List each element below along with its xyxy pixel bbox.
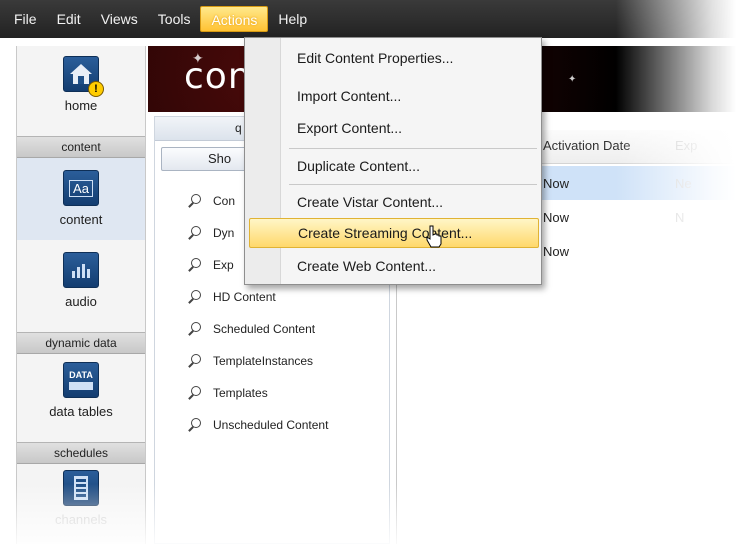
menu-item-edit-content-properties[interactable]: Edit Content Properties... (281, 44, 541, 74)
nav-section-dynamic-data: dynamic data (17, 332, 145, 354)
menu-help-label: Help (278, 11, 308, 27)
menu-item-create-web-content[interactable]: Create Web Content... (281, 252, 541, 282)
query-item-label: Scheduled Content (213, 322, 316, 336)
menu-tools-label: Tools (157, 11, 191, 27)
menu-views-label: Views (100, 11, 138, 27)
menu-file[interactable]: File (4, 6, 47, 32)
query-item-label: TemplateInstances (213, 354, 314, 368)
nav-content-label: content (59, 212, 103, 227)
query-item-label: Templates (213, 386, 268, 400)
nav-home-label: home (64, 98, 98, 113)
nav-audio-label: audio (65, 294, 97, 309)
hand-cursor-icon (426, 225, 442, 248)
sparkle-icon: ✦ (568, 74, 577, 85)
audio-icon (63, 252, 99, 288)
nav-channels[interactable]: channels (17, 470, 145, 527)
query-item[interactable]: Unscheduled Content (187, 417, 328, 433)
menu-item-import-content[interactable]: Import Content... (281, 82, 541, 112)
nav-data-tables[interactable]: DATA data tables (17, 362, 145, 419)
search-icon (187, 385, 203, 401)
menu-edit-label: Edit (56, 11, 81, 27)
menu-separator (289, 148, 537, 149)
query-item[interactable]: Dyn (187, 225, 234, 241)
search-icon (187, 321, 203, 337)
nav-section-schedules: schedules (17, 442, 145, 464)
nav-audio[interactable]: audio (17, 252, 145, 309)
query-item[interactable]: Con (187, 193, 235, 209)
menu-views[interactable]: Views (91, 6, 148, 32)
channel-icon (63, 470, 99, 506)
left-navigation: ! home content Aa content audio dynamic … (16, 46, 146, 544)
column-header-activation-date[interactable]: Activation Date (543, 138, 630, 153)
table-bars (69, 382, 93, 390)
query-item[interactable]: Scheduled Content (187, 321, 315, 337)
cell-activation: Now (543, 210, 570, 225)
cell-exp: Ne (675, 176, 692, 191)
query-item-label: Dyn (213, 226, 235, 240)
menu-help[interactable]: Help (268, 6, 317, 32)
column-header-exp[interactable]: Exp (675, 138, 697, 153)
cell-activation: Now (543, 244, 570, 259)
query-item[interactable]: Exp (187, 257, 234, 273)
search-icon (187, 417, 203, 433)
search-icon (187, 225, 203, 241)
menu-edit[interactable]: Edit (47, 6, 91, 32)
menu-separator (289, 184, 537, 185)
menu-actions-label: Actions (211, 12, 258, 28)
query-item-label: Exp (213, 258, 234, 272)
content-aa-icon: Aa (63, 170, 99, 206)
query-item[interactable]: HD Content (187, 289, 276, 305)
menu-tools[interactable]: Tools (148, 6, 201, 32)
search-icon (187, 289, 203, 305)
menu-item-create-vistar-content[interactable]: Create Vistar Content... (281, 188, 541, 218)
sparkle-icon: ✦ (192, 50, 204, 66)
nav-channels-label: channels (54, 512, 108, 527)
menu-file-label: File (14, 11, 37, 27)
menu-item-export-content[interactable]: Export Content... (281, 114, 541, 144)
cell-activation: Now (543, 176, 570, 191)
query-item[interactable]: TemplateInstances (187, 353, 313, 369)
nav-data-tables-label: data tables (49, 404, 113, 419)
query-item-label: HD Content (213, 290, 276, 304)
cell-exp: N (675, 210, 685, 225)
search-icon (187, 353, 203, 369)
actions-menu: Edit Content Properties... Import Conten… (244, 37, 542, 285)
query-item-label: Unscheduled Content (213, 418, 329, 432)
data-table-icon: DATA (63, 362, 99, 398)
nav-content[interactable]: Aa content (17, 158, 145, 240)
home-icon: ! (63, 56, 104, 97)
menu-bar: File Edit Views Tools Actions Help (0, 0, 736, 38)
data-icon-text: DATA (69, 370, 93, 380)
query-item-label: Con (213, 194, 236, 208)
menu-item-duplicate-content[interactable]: Duplicate Content... (281, 152, 541, 182)
search-icon (187, 257, 203, 273)
nav-home[interactable]: ! home (17, 56, 145, 113)
search-icon (187, 193, 203, 209)
nav-section-content: content (17, 136, 145, 158)
content-icon-text: Aa (69, 179, 93, 197)
warning-badge-icon: ! (88, 81, 104, 97)
menu-actions[interactable]: Actions (200, 6, 269, 32)
menu-item-create-streaming-content[interactable]: Create Streaming Content... (249, 218, 539, 248)
query-item[interactable]: Templates (187, 385, 268, 401)
